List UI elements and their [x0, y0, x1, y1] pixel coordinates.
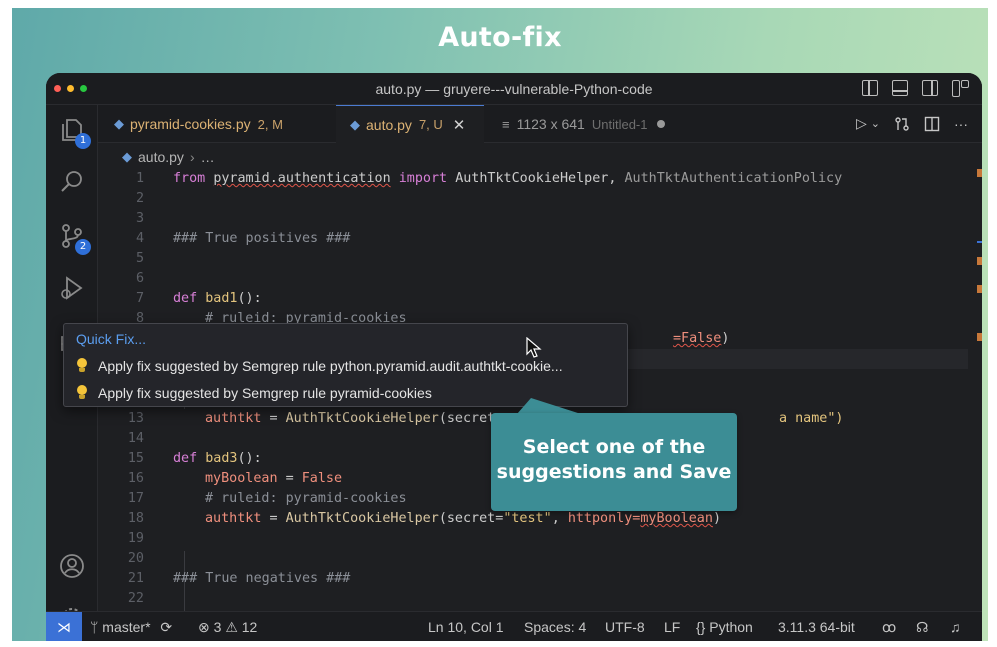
breadcrumb: ◆ auto.py › …	[122, 149, 215, 165]
quick-fix-item[interactable]: Apply fix suggested by Semgrep rule pyth…	[76, 355, 563, 377]
source-control-icon[interactable]: 2	[59, 223, 91, 255]
mouse-pointer-icon	[526, 337, 542, 358]
quick-fix-title: Quick Fix...	[76, 331, 147, 347]
scrollbar-marker	[977, 285, 982, 293]
source-control-badge: 2	[75, 239, 91, 255]
feedback-icon[interactable]: ☊	[916, 619, 928, 636]
encoding[interactable]: UTF-8	[605, 619, 645, 635]
python-file-icon: ◆	[114, 116, 124, 131]
toggle-primary-sidebar-icon[interactable]	[862, 80, 878, 96]
scrollbar-marker	[977, 257, 982, 265]
run-debug-icon[interactable]	[59, 275, 85, 301]
git-branch-icon: ᛘ	[90, 619, 99, 635]
explorer-badge: 1	[75, 133, 91, 149]
code-line: 2	[135, 191, 144, 206]
editor-actions: ▷ ⌄ ···	[856, 115, 968, 132]
tab-subtitle: Untitled-1	[591, 116, 648, 132]
quick-fix-menu: Quick Fix... Apply fix suggested by Semg…	[63, 323, 628, 407]
scrollbar-marker	[977, 169, 982, 177]
tab-status: 7, U	[418, 117, 443, 132]
instruction-callout: Select one of the suggestions and Save	[491, 413, 737, 511]
breadcrumb-file[interactable]: auto.py	[138, 149, 184, 165]
branch-indicator[interactable]: ᛘ master* ⟳	[90, 619, 172, 636]
close-tab-icon[interactable]: ✕	[453, 116, 466, 134]
python-file-icon: ◆	[350, 116, 360, 132]
customize-layout-icon[interactable]	[952, 80, 969, 97]
scrollbar-marker	[977, 241, 982, 243]
editor-tabs: ◆ pyramid-cookies.py 2, M ◆ auto.py 7, U…	[98, 105, 982, 143]
code-line: 22	[127, 591, 144, 606]
code-line: 1 from pyramid.authentication import Aut…	[135, 171, 843, 186]
more-actions-icon[interactable]: ···	[954, 116, 968, 132]
code-line: 21 ### True negatives ###	[127, 571, 351, 586]
tab-untitled[interactable]: ≡ 1123 x 641 Untitled-1	[502, 105, 666, 143]
breadcrumb-rest[interactable]: …	[201, 149, 215, 165]
slide-background: Auto-fix auto.py — gruyere---vulnerable-…	[12, 8, 988, 641]
end-of-line[interactable]: LF	[664, 619, 680, 635]
cursor-position[interactable]: Ln 10, Col 1	[428, 619, 504, 635]
slide-headline: Auto-fix	[438, 22, 562, 53]
braces-icon: {}	[696, 619, 706, 635]
title-bar: auto.py — gruyere---vulnerable-Python-co…	[46, 73, 982, 105]
text-file-icon: ≡	[502, 116, 510, 132]
remote-indicator[interactable]: ⋊	[46, 612, 82, 641]
code-line: 19	[127, 531, 144, 546]
tab-label: pyramid-cookies.py	[130, 116, 251, 132]
code-line: 3	[135, 211, 144, 226]
layout-controls	[862, 80, 969, 97]
tab-status: 2, M	[257, 116, 283, 132]
copilot-icon[interactable]: ꝏ	[882, 619, 896, 636]
lightbulb-icon	[76, 358, 88, 374]
callout-pointer	[517, 398, 581, 414]
toggle-secondary-sidebar-icon[interactable]	[922, 80, 938, 96]
code-line: 4 ### True positives ###	[135, 231, 351, 246]
python-interpreter[interactable]: 3.11.3 64-bit	[778, 619, 855, 635]
warning-icon: ⚠	[225, 619, 238, 635]
window-title: auto.py — gruyere---vulnerable-Python-co…	[375, 81, 653, 97]
code-line: 6	[135, 271, 144, 286]
quick-fix-item[interactable]: Apply fix suggested by Semgrep rule pyra…	[76, 382, 432, 404]
code-line: 18 authtkt = AuthTktCookieHelper(secret=…	[127, 511, 721, 526]
explorer-icon[interactable]: 1	[59, 117, 91, 149]
chevron-right-icon: ›	[189, 149, 195, 165]
language-mode[interactable]: {} Python	[696, 619, 753, 635]
run-dropdown-icon[interactable]: ⌄	[871, 117, 880, 130]
accounts-icon[interactable]	[59, 553, 85, 579]
error-icon: ⊗	[198, 619, 210, 635]
tab-pyramid-cookies[interactable]: ◆ pyramid-cookies.py 2, M	[114, 105, 283, 143]
lightbulb-icon	[76, 385, 88, 401]
split-editor-icon[interactable]	[924, 116, 940, 132]
search-icon[interactable]	[59, 169, 85, 195]
problems-indicator[interactable]: ⊗ 3 ⚠ 12	[198, 619, 257, 636]
indentation[interactable]: Spaces: 4	[524, 619, 586, 635]
tab-label: auto.py	[366, 116, 412, 133]
tab-label: 1123 x 641	[516, 116, 585, 132]
code-line: 5	[135, 251, 144, 266]
toggle-panel-icon[interactable]	[892, 80, 908, 96]
status-bar: ⋊ ᛘ master* ⟳ ⊗ 3 ⚠ 12 Ln 10, Col 1 Spac…	[46, 611, 982, 641]
scrollbar-marker	[977, 333, 982, 341]
python-file-icon: ◆	[122, 149, 132, 164]
callout-text: Select one of the suggestions and Save	[496, 436, 732, 483]
sync-icon[interactable]: ⟳	[160, 619, 172, 635]
code-line: 7 def bad1():	[135, 291, 262, 306]
open-changes-icon[interactable]	[894, 116, 910, 132]
run-file-icon[interactable]: ▷	[856, 115, 867, 132]
code-line: 20	[127, 551, 144, 566]
tab-auto-py[interactable]: ◆ auto.py 7, U ✕	[336, 105, 484, 143]
notifications-bell-icon[interactable]: ♫	[950, 619, 961, 635]
unsaved-dot-icon	[657, 120, 666, 128]
